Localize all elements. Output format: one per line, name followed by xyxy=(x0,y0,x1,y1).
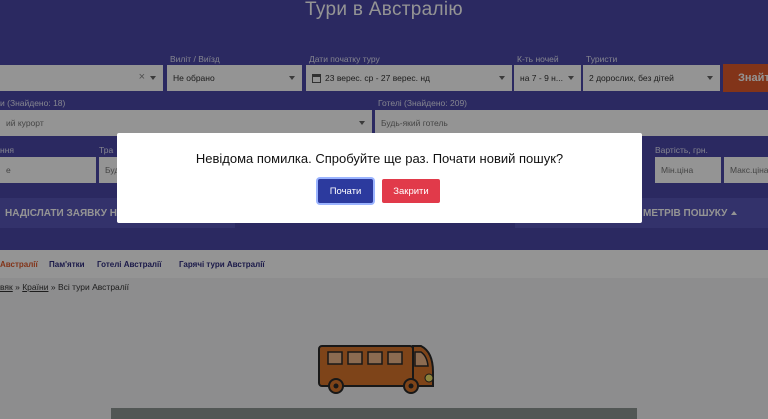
start-new-search-button[interactable]: Почати xyxy=(318,179,373,203)
error-dialog: Невідома помилка. Спробуйте ще раз. Поча… xyxy=(117,133,642,223)
error-message: Невідома помилка. Спробуйте ще раз. Поча… xyxy=(195,151,564,166)
close-button[interactable]: Закрити xyxy=(382,179,440,203)
